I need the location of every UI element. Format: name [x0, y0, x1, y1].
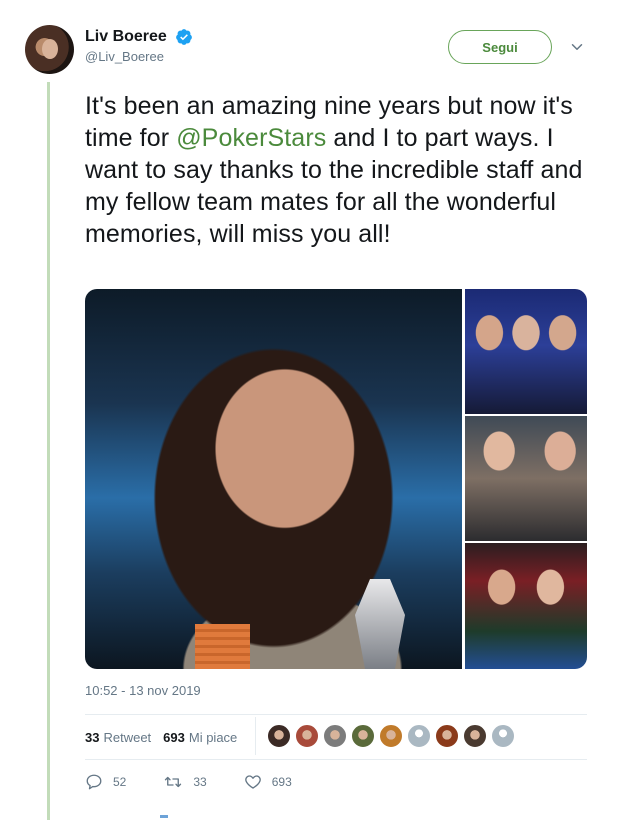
stats-separator — [255, 717, 256, 755]
bottom-accent-mark — [160, 815, 168, 818]
reply-button[interactable]: 52 — [85, 773, 126, 791]
poker-chips-decor — [195, 624, 250, 669]
author-avatar[interactable] — [25, 25, 74, 74]
trophy-decor — [355, 579, 405, 669]
reply-count: 52 — [113, 775, 127, 789]
retweets-count[interactable]: 33 — [85, 730, 99, 745]
media-photo-4[interactable] — [465, 543, 587, 669]
heart-icon — [244, 775, 261, 789]
divider-top — [85, 714, 587, 715]
tweet-timestamp[interactable]: 10:52 - 13 nov 2019 — [85, 683, 201, 698]
media-gallery — [85, 289, 587, 669]
tweet-stats: 33 Retweet 693 Mi piace — [85, 727, 237, 747]
mention-link[interactable]: @PokerStars — [176, 124, 326, 152]
author-handle[interactable]: @Liv_Boeree — [85, 49, 193, 64]
thread-line — [47, 82, 50, 820]
like-count: 693 — [271, 775, 292, 789]
follow-button[interactable]: Segui — [448, 30, 552, 64]
avatar-3-icon[interactable] — [323, 724, 347, 748]
like-button[interactable]: 693 — [244, 773, 292, 791]
retweet-action-count: 33 — [193, 775, 207, 789]
likers-avatars — [267, 724, 519, 748]
divider-bottom — [85, 759, 587, 760]
avatar-7-icon[interactable] — [435, 724, 459, 748]
retweet-button[interactable]: 33 — [163, 773, 207, 791]
author-display-name[interactable]: Liv Boeree — [85, 28, 167, 46]
verified-badge-icon — [176, 29, 193, 45]
avatar-2-icon[interactable] — [295, 724, 319, 748]
avatar-4-icon[interactable] — [351, 724, 375, 748]
avatar-1-icon[interactable] — [267, 724, 291, 748]
tweet-actions: 52 33 693 — [85, 773, 329, 791]
reply-icon — [86, 774, 102, 790]
avatar-8-icon[interactable] — [463, 724, 487, 748]
media-photo-main[interactable] — [85, 289, 462, 669]
media-photo-2[interactable] — [465, 289, 587, 414]
retweets-label[interactable]: Retweet — [103, 730, 151, 745]
avatar-5-icon[interactable] — [379, 724, 403, 748]
retweet-icon — [165, 776, 182, 788]
likes-count[interactable]: 693 — [163, 730, 185, 745]
media-photo-3[interactable] — [465, 416, 587, 541]
tweet-text: It's been an amazing nine years but now … — [85, 90, 595, 250]
likes-label[interactable]: Mi piace — [189, 730, 237, 745]
chevron-down-icon[interactable] — [568, 38, 586, 56]
avatar-6-default-icon[interactable] — [407, 724, 431, 748]
avatar-9-default-icon[interactable] — [491, 724, 515, 748]
author-name-block[interactable]: Liv Boeree @Liv_Boeree — [85, 28, 193, 64]
